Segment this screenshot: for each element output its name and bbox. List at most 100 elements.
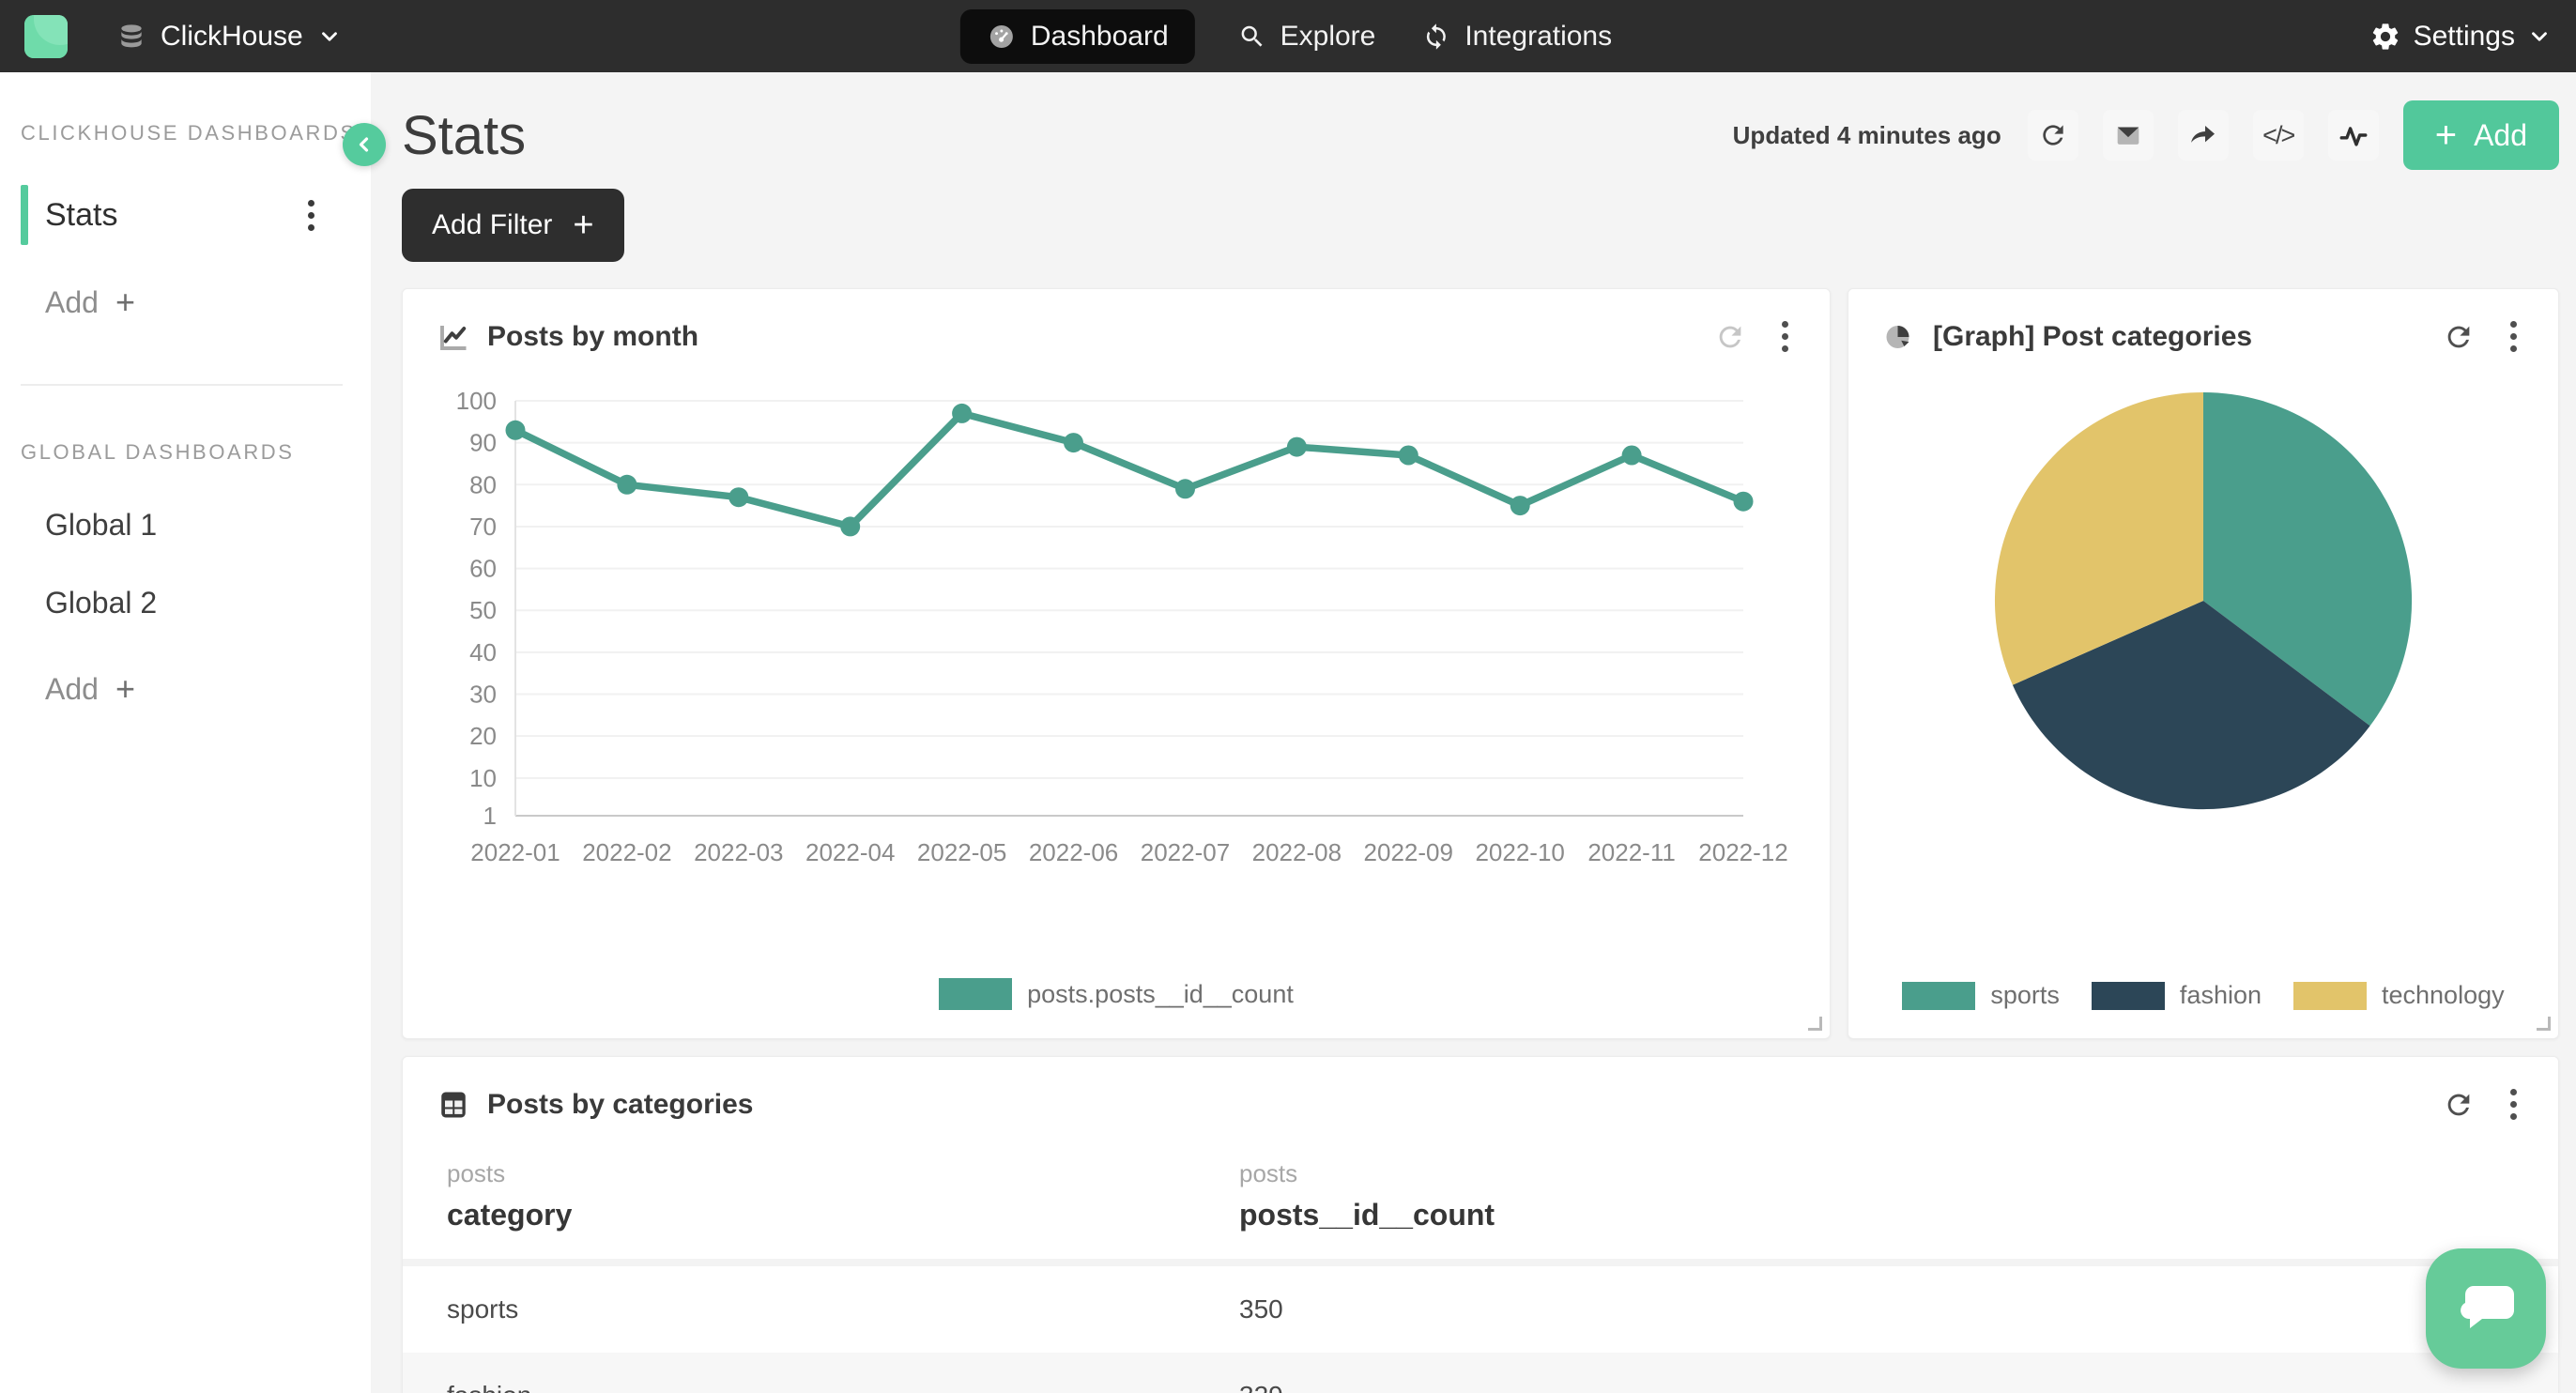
sidebar-divider	[21, 384, 343, 386]
data-point[interactable]	[1622, 446, 1642, 466]
pie-chart	[1986, 384, 2420, 818]
sidebar-item-global-1[interactable]: Global 1	[21, 508, 371, 543]
sidebar: CLICKHOUSE DASHBOARDS Stats Add + GLOBAL…	[0, 72, 371, 1393]
data-point[interactable]	[1734, 492, 1754, 512]
resize-handle[interactable]	[2537, 1017, 2551, 1031]
data-point[interactable]	[1399, 446, 1418, 466]
cell-category: fashion	[437, 1381, 1239, 1393]
legend-swatch	[1902, 982, 1975, 1010]
data-point[interactable]	[840, 516, 860, 536]
column-group-label: posts	[447, 1159, 1239, 1188]
add-chart-label: Add	[2474, 118, 2527, 153]
legend-swatch	[2092, 982, 2165, 1010]
nav-tab-integrations[interactable]: Integrations	[1418, 9, 1616, 64]
gear-icon	[2369, 21, 2401, 53]
embed-code-button[interactable]: </>	[2253, 110, 2304, 161]
add-filter-button[interactable]: Add Filter +	[402, 189, 624, 262]
legend-item[interactable]: technology	[2293, 981, 2505, 1010]
kebab-menu-icon[interactable]	[2503, 1081, 2524, 1127]
x-axis-label: 2022-04	[805, 838, 895, 866]
column-name: posts__id__count	[1239, 1198, 1495, 1232]
y-axis-tick: 70	[469, 513, 497, 541]
table-card-header: Posts by categories	[437, 1081, 2524, 1127]
connection-label: ClickHouse	[161, 21, 303, 53]
sidebar-item-global-2[interactable]: Global 2	[21, 586, 371, 620]
plus-icon: +	[115, 669, 135, 709]
legend-swatch	[2293, 982, 2367, 1010]
line-card-header: Posts by month	[437, 314, 1796, 360]
line-chart: 10090807060504030201012022-012022-022022…	[437, 375, 1798, 917]
sidebar-item-stats[interactable]: Stats	[21, 185, 371, 245]
chart-title: [Graph] Post categories	[1933, 321, 2252, 353]
y-axis-tick: 10	[469, 764, 497, 792]
legend-label: sports	[1990, 981, 2060, 1010]
sidebar-section-clickhouse: CLICKHOUSE DASHBOARDS	[21, 121, 371, 145]
table-row: sports350	[403, 1266, 2558, 1353]
data-point[interactable]	[1175, 479, 1195, 498]
data-point[interactable]	[506, 421, 526, 440]
chat-widget-button[interactable]	[2426, 1248, 2546, 1369]
data-point[interactable]	[728, 487, 748, 507]
kebab-menu-icon[interactable]	[2503, 314, 2524, 360]
chevron-left-icon	[353, 133, 376, 156]
chart-controls	[2443, 314, 2524, 360]
refresh-dashboard-button[interactable]	[2028, 110, 2078, 161]
kebab-menu-icon[interactable]	[300, 192, 322, 238]
x-axis-label: 2022-03	[694, 838, 783, 866]
y-axis-tick: 100	[456, 387, 497, 415]
settings-menu[interactable]: Settings	[2369, 21, 2552, 53]
legend-item[interactable]: sports	[1902, 981, 2060, 1010]
y-axis-tick: 80	[469, 470, 497, 498]
x-axis-label: 2022-07	[1141, 838, 1230, 866]
sidebar-collapse-button[interactable]	[343, 123, 386, 166]
x-axis-label: 2022-12	[1698, 838, 1787, 866]
legend-item[interactable]: fashion	[2092, 981, 2262, 1010]
legend-item[interactable]: posts.posts__id__count	[939, 978, 1294, 1010]
share-forward-icon	[2188, 120, 2218, 150]
resize-handle[interactable]	[1808, 1017, 1822, 1031]
column-header-category: posts category	[437, 1159, 1239, 1232]
sidebar-add-global-dashboard[interactable]: Add +	[21, 669, 371, 709]
app-logo[interactable]	[24, 15, 68, 58]
refresh-chart-button[interactable]	[2443, 321, 2475, 353]
y-axis-tick: 30	[469, 681, 497, 709]
cell-category: sports	[437, 1294, 1239, 1324]
page-title: Stats	[402, 104, 526, 167]
refresh-chart-button[interactable]	[1714, 321, 1746, 353]
column-name: category	[447, 1198, 1239, 1232]
add-chart-button[interactable]: + Add	[2403, 100, 2559, 170]
nav-tab-explore[interactable]: Explore	[1234, 9, 1380, 64]
pie-chart-icon	[1882, 320, 1916, 354]
share-button[interactable]	[2178, 110, 2229, 161]
data-point[interactable]	[1287, 437, 1307, 457]
y-axis-tick: 40	[469, 638, 497, 666]
charts-row: Posts by month 1009080706050403020101202…	[402, 288, 2559, 1039]
chevron-down-icon	[317, 24, 342, 49]
connection-selector[interactable]: ClickHouse	[116, 21, 342, 53]
plus-icon: +	[115, 283, 135, 322]
data-point[interactable]	[1064, 433, 1083, 452]
add-label: Add	[45, 672, 99, 707]
legend-swatch	[939, 978, 1012, 1010]
refresh-icon	[2038, 120, 2068, 150]
kebab-menu-icon[interactable]	[1774, 314, 1796, 360]
x-axis-label: 2022-01	[470, 838, 560, 866]
data-point[interactable]	[617, 475, 636, 495]
plus-icon: +	[573, 206, 593, 246]
nav-tab-label: Dashboard	[1031, 21, 1169, 53]
x-axis-label: 2022-08	[1252, 838, 1342, 866]
line-chart-legend: posts.posts__id__count	[437, 978, 1796, 1010]
table-header-row: posts category posts posts__id__count	[437, 1159, 2524, 1232]
email-report-button[interactable]	[2103, 110, 2154, 161]
nav-tab-dashboard[interactable]: Dashboard	[960, 9, 1195, 64]
data-point[interactable]	[952, 404, 972, 423]
sidebar-item-label: Stats	[45, 197, 117, 234]
activity-button[interactable]	[2328, 110, 2379, 161]
chat-bubble-icon	[2455, 1280, 2517, 1337]
legend-label: technology	[2382, 981, 2505, 1010]
refresh-chart-button[interactable]	[2443, 1089, 2475, 1121]
cell-count: 350	[1239, 1294, 1283, 1324]
sidebar-add-dashboard[interactable]: Add +	[21, 283, 371, 322]
data-point[interactable]	[1510, 496, 1530, 515]
x-axis-label: 2022-05	[917, 838, 1006, 866]
